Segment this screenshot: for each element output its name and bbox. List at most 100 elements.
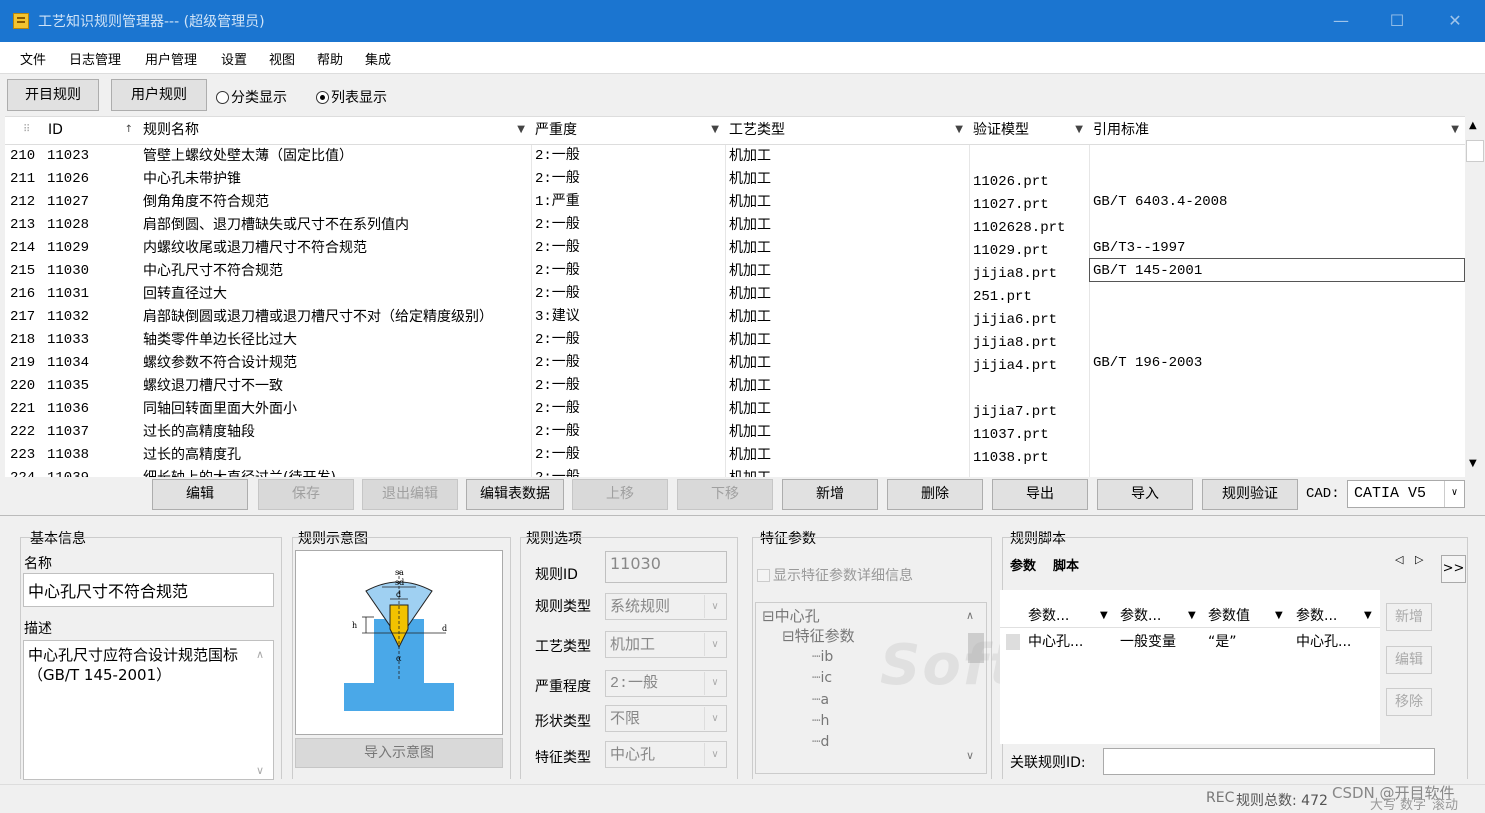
col-header-id[interactable]: ID ↑: [45, 117, 139, 145]
col-header-name[interactable]: 规则名称 ▼: [139, 117, 531, 145]
expand-button[interactable]: >>: [1441, 555, 1466, 583]
grid-corner-icon[interactable]: ⠿: [5, 117, 45, 145]
tab-kaimu-rules[interactable]: 开目规则: [7, 79, 99, 111]
table-row[interactable]: 219 11034 螺纹参数不符合设计规范 2:一般 机加工 jijia4.prt GB/T…: [5, 352, 1465, 375]
tab-user-rules[interactable]: 用户规则: [111, 79, 207, 111]
import-button[interactable]: 导入: [1097, 479, 1193, 510]
params-row[interactable]: 中心孔... 一般变量 “是” 中心孔...: [1000, 630, 1380, 654]
menu-view[interactable]: 视图: [269, 49, 295, 68]
tab-params[interactable]: 参数: [1010, 555, 1036, 574]
severity-select[interactable]: 2:一般 ∨: [605, 670, 727, 697]
chevron-down-icon[interactable]: ∨: [704, 707, 725, 730]
move-down-button[interactable]: 下移: [677, 479, 773, 510]
params-col-1[interactable]: 参数...: [1028, 604, 1069, 628]
table-row[interactable]: 213 11028 肩部倒圆、退刀槽缺失或尺寸不在系列值内 2:一般 机加工 110262…: [5, 214, 1465, 237]
scroll-down-icon[interactable]: ▼: [1469, 458, 1477, 469]
menu-help[interactable]: 帮助: [317, 49, 343, 68]
menu-log[interactable]: 日志管理: [69, 49, 121, 68]
tree-leaf-a[interactable]: ┈a: [812, 692, 829, 708]
maximize-button[interactable]: ☐: [1382, 8, 1412, 34]
move-up-button[interactable]: 上移: [572, 479, 668, 510]
script-add-button[interactable]: 新增: [1386, 603, 1432, 631]
tree-node-center-hole[interactable]: ⊟中心孔: [762, 605, 820, 626]
chevron-down-icon[interactable]: ∨: [1444, 481, 1464, 507]
table-row[interactable]: 221 11036 同轴回转面里面大外面小 2:一般 机加工 jijia7.prt: [5, 398, 1465, 421]
script-remove-button[interactable]: 移除: [1386, 688, 1432, 716]
radio-category-display[interactable]: 分类显示: [216, 87, 287, 107]
table-cell-sev: 2:一般: [535, 355, 580, 371]
chevron-down-icon[interactable]: ∨: [704, 633, 725, 656]
import-diagram-button[interactable]: 导入示意图: [295, 738, 503, 768]
col-header-process[interactable]: 工艺类型 ▼: [725, 117, 969, 145]
close-button[interactable]: ✕: [1440, 8, 1470, 34]
tree-leaf-h[interactable]: ┈h: [812, 713, 829, 729]
table-row[interactable]: 22411039 细长轴上的大直径过兰(待开发) 2:一般机加工: [5, 467, 1465, 477]
dropdown-icon[interactable]: ▼: [1364, 604, 1372, 628]
table-row[interactable]: 211 11026 中心孔未带护锥 2:一般 机加工 11026.prt: [5, 168, 1465, 191]
table-row[interactable]: 220 11035 螺纹退刀槽尺寸不一致 2:一般 机加工: [5, 375, 1465, 398]
menu-settings[interactable]: 设置: [221, 49, 247, 68]
scroll-down-icon[interactable]: ∨: [256, 764, 264, 777]
params-col-3[interactable]: 参数值: [1208, 604, 1250, 628]
table-row[interactable]: 223 11038 过长的高精度孔 2:一般 机加工 11038.prt: [5, 444, 1465, 467]
tree-leaf-ib[interactable]: ┈ib: [812, 649, 833, 665]
shape-type-select[interactable]: 不限 ∨: [605, 705, 727, 732]
table-row[interactable]: 210 11023 管壁上螺纹处壁太薄（固定比值） 2:一般 机加工: [5, 145, 1465, 168]
tree-node-feature-params[interactable]: ⊟特征参数: [782, 625, 855, 646]
add-button[interactable]: 新增: [782, 479, 878, 510]
tab-next-icon[interactable]: ▷: [1415, 553, 1423, 566]
dropdown-icon[interactable]: ▼: [1100, 604, 1108, 628]
table-row[interactable]: 214 11029 内螺纹收尾或退刀槽尺寸不符合规范 2:一般 机加工 11029.prt…: [5, 237, 1465, 260]
chevron-down-icon[interactable]: ∨: [704, 672, 725, 695]
rule-type-select[interactable]: 系统规则 ∨: [605, 593, 727, 620]
menu-users[interactable]: 用户管理: [145, 49, 197, 68]
table-row[interactable]: 222 11037 过长的高精度轴段 2:一般 机加工 11037.prt: [5, 421, 1465, 444]
row-selector[interactable]: [1006, 634, 1020, 650]
save-button[interactable]: 保存: [258, 479, 354, 510]
exit-edit-button[interactable]: 退出编辑: [362, 479, 458, 510]
description-field[interactable]: 中心孔尺寸应符合设计规范国标（GB/T 145-2001）: [23, 640, 274, 780]
table-row[interactable]: 217 11032 肩部缺倒圆或退刀槽或退刀槽尺寸不对（给定精度级别） 3:建议 机加工…: [5, 306, 1465, 329]
scroll-up-icon[interactable]: ▲: [1469, 120, 1477, 131]
radio-list-display[interactable]: 列表显示: [316, 87, 387, 107]
chevron-down-icon[interactable]: ∨: [704, 595, 725, 618]
table-cell-name: 同轴回转面里面大外面小: [143, 401, 297, 417]
script-edit-button[interactable]: 编辑: [1386, 646, 1432, 674]
scroll-up-icon[interactable]: ∧: [256, 648, 264, 661]
menu-integration[interactable]: 集成: [365, 49, 391, 68]
scroll-thumb[interactable]: [1466, 140, 1484, 162]
verify-rule-button[interactable]: 规则验证: [1202, 479, 1298, 510]
script-params-grid[interactable]: 参数... ▼ 参数... ▼ 参数值 ▼ 参数... ▼ 中心孔... 一般变量 “是…: [1000, 590, 1380, 744]
chevron-down-icon[interactable]: ∨: [704, 743, 725, 766]
tab-prev-icon[interactable]: ◁: [1395, 553, 1403, 566]
export-button[interactable]: 导出: [992, 479, 1088, 510]
tree-leaf-ic[interactable]: ┈ic: [812, 670, 832, 686]
app-icon: [13, 13, 29, 29]
tree-leaf-d[interactable]: ┈d: [812, 734, 829, 750]
dropdown-icon[interactable]: ▼: [1188, 604, 1196, 628]
col-header-model[interactable]: 验证模型 ▼: [969, 117, 1089, 145]
show-detail-checkbox[interactable]: 显示特征参数详细信息: [757, 565, 913, 585]
scroll-down-icon[interactable]: ∨: [966, 749, 974, 762]
name-field[interactable]: 中心孔尺寸不符合规范: [23, 573, 274, 607]
cad-select[interactable]: CATIA V5 ∨: [1347, 480, 1465, 508]
params-col-2[interactable]: 参数...: [1120, 604, 1161, 628]
params-col-4[interactable]: 参数...: [1296, 604, 1337, 628]
rule-id-field[interactable]: 11030: [605, 551, 727, 583]
edit-button[interactable]: 编辑: [152, 479, 248, 510]
table-row[interactable]: 212 11027 倒角角度不符合规范 1:严重 机加工 11027.prt GB/T 64…: [5, 191, 1465, 214]
grid-vertical-scrollbar[interactable]: ▲ ▼: [1465, 116, 1485, 477]
tab-script[interactable]: 脚本: [1053, 555, 1079, 574]
process-type-select[interactable]: 机加工 ∨: [605, 631, 727, 658]
edit-table-data-button[interactable]: 编辑表数据: [466, 479, 564, 510]
table-row[interactable]: 218 11033 轴类零件单边长径比过大 2:一般 机加工 jijia8.prt: [5, 329, 1465, 352]
col-header-severity[interactable]: 严重度 ▼: [531, 117, 725, 145]
feature-type-select[interactable]: 中心孔 ∨: [605, 741, 727, 768]
delete-button[interactable]: 删除: [887, 479, 983, 510]
col-header-standard[interactable]: 引用标准 ▼: [1089, 117, 1465, 145]
table-row[interactable]: 216 11031 回转直径过大 2:一般 机加工 251.prt: [5, 283, 1465, 306]
minimize-button[interactable]: —: [1326, 8, 1356, 34]
dropdown-icon[interactable]: ▼: [1275, 604, 1283, 628]
menu-file[interactable]: 文件: [20, 49, 46, 68]
related-rule-id-field[interactable]: [1103, 748, 1435, 775]
